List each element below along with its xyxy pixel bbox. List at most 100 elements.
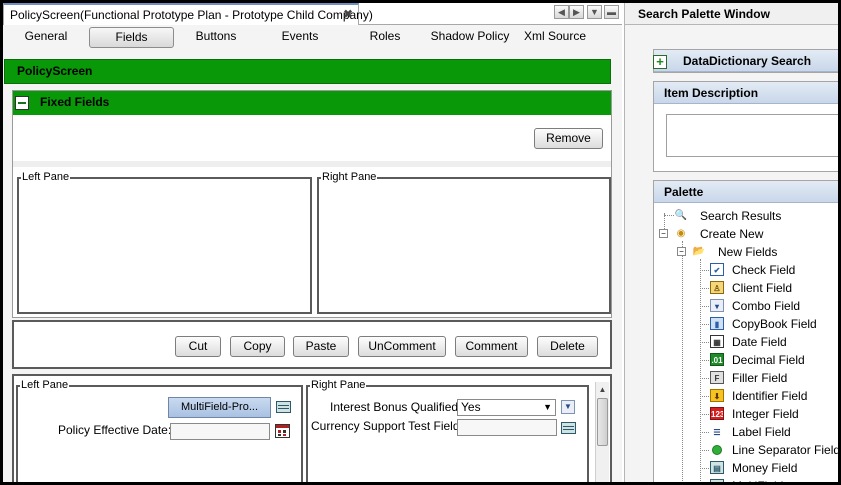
money-grid-icon[interactable]: [561, 422, 576, 434]
document-tab-bar: PolicyScreen(Functional Prototype Plan -…: [3, 3, 622, 25]
tree-line: [700, 342, 709, 343]
client-field-icon: ♙: [710, 281, 724, 294]
folder-open-icon: 📂: [692, 246, 706, 257]
tab-roles[interactable]: Roles: [348, 27, 422, 48]
field-type-label: Filler Field: [732, 371, 788, 385]
scroll-right-icon[interactable]: ▶: [569, 5, 584, 19]
item-description-box[interactable]: [666, 114, 838, 157]
field-type-label: Decimal Field: [732, 353, 805, 367]
palette-section: Palette 🔍 Search Results − ◉ Create New …: [653, 180, 838, 482]
field-type-label: Line Separator Field: [732, 443, 838, 457]
copy-button[interactable]: Copy: [230, 336, 285, 357]
fixed-fields-title: Fixed Fields: [40, 95, 110, 109]
currency-support-input[interactable]: [457, 419, 557, 436]
tab-events[interactable]: Events: [263, 27, 337, 48]
section-divider: [13, 161, 611, 167]
bottom-left-pane[interactable]: Left Pane MultiField-Pro... Policy Effec…: [16, 379, 303, 482]
scroll-left-icon[interactable]: ◀: [554, 5, 569, 19]
policy-effective-date-input[interactable]: [170, 423, 270, 440]
bottom-right-pane-legend: Right Pane: [310, 379, 367, 391]
create-new-label: Create New: [700, 227, 764, 241]
minimize-icon[interactable]: ▬: [604, 5, 619, 19]
tree-line: [682, 241, 683, 481]
policy-screen-editor: PolicyScreen(Functional Prototype Plan -…: [3, 3, 622, 482]
fixed-fields-section: Fixed Fields Remove Left Pane Right Pane: [12, 90, 612, 318]
uncomment-button[interactable]: UnComment: [358, 336, 446, 357]
vertical-scrollbar[interactable]: ▲: [595, 382, 609, 482]
policy-screen-title: PolicyScreen: [17, 64, 93, 78]
tree-line: [700, 306, 709, 307]
date-field-icon: ▦: [710, 335, 724, 348]
filler-field-icon: F: [710, 371, 724, 384]
multifield-icon: ▤: [710, 479, 724, 482]
field-type-label: Integer Field: [732, 407, 799, 421]
tab-buttons[interactable]: Buttons: [179, 27, 253, 48]
tree-line: [700, 432, 709, 433]
field-type-label: Identifier Field: [732, 389, 808, 403]
magnifier-icon: 🔍: [674, 210, 688, 221]
tab-fields[interactable]: Fields: [89, 27, 174, 48]
bottom-right-pane[interactable]: Right Pane Interest Bonus Qualified: Yes…: [306, 379, 589, 482]
delete-button[interactable]: Delete: [537, 336, 598, 357]
new-fields-label: New Fields: [718, 245, 778, 259]
copybook-field-icon: ▮: [710, 317, 724, 330]
application-window: PolicyScreen(Functional Prototype Plan -…: [3, 3, 838, 482]
palette-header: Palette: [654, 181, 838, 203]
expand-icon[interactable]: +: [653, 55, 667, 69]
tree-line: [700, 270, 709, 271]
currency-support-label: Currency Support Test Field:: [311, 419, 463, 433]
check-field-icon: ✔: [710, 263, 724, 276]
remove-button[interactable]: Remove: [534, 128, 603, 149]
multifield-grid-icon[interactable]: [276, 401, 291, 413]
tab-shadow-policy[interactable]: Shadow Policy: [428, 27, 512, 48]
combo-lookup-icon[interactable]: ▼: [561, 400, 575, 414]
left-pane-legend: Left Pane: [21, 171, 71, 183]
document-tab[interactable]: PolicyScreen(Functional Prototype Plan -…: [3, 3, 373, 25]
tree-collapse-icon[interactable]: −: [659, 229, 668, 238]
money-field-icon: ▤: [710, 461, 724, 474]
identifier-field-icon: ⬇: [710, 389, 724, 402]
tree-line: [700, 378, 709, 379]
comment-button[interactable]: Comment: [455, 336, 528, 357]
datadictionary-search-section[interactable]: DataDictionary Search +: [653, 49, 838, 73]
policy-screen-header[interactable]: PolicyScreen: [4, 59, 611, 84]
left-pane-group[interactable]: Left Pane: [17, 171, 312, 314]
combo-field-icon: ▾: [710, 299, 724, 312]
right-pane-group[interactable]: Right Pane: [317, 171, 611, 314]
paste-button[interactable]: Paste: [293, 336, 349, 357]
datadictionary-search-title: DataDictionary Search: [683, 54, 812, 68]
field-type-label: Combo Field: [732, 299, 801, 313]
tree-line: [700, 324, 709, 325]
tab-xml-source[interactable]: Xml Source: [518, 27, 592, 48]
field-type-label: Check Field: [732, 263, 796, 277]
tree-collapse-icon[interactable]: −: [677, 247, 686, 256]
item-description-header: Item Description: [654, 82, 838, 104]
calendar-icon[interactable]: [275, 424, 290, 438]
collapse-icon[interactable]: [15, 96, 29, 110]
field-type-label: Money Field: [732, 461, 798, 475]
tree-line: [700, 468, 709, 469]
fixed-fields-header[interactable]: Fixed Fields: [13, 91, 611, 115]
tree-line: [700, 414, 709, 415]
action-buttons-panel: Cut Copy Paste UnComment Comment Delete: [12, 320, 612, 369]
right-pane-legend: Right Pane: [321, 171, 378, 183]
scroll-up-icon[interactable]: ▲: [597, 384, 608, 395]
field-type-label: Date Field: [732, 335, 787, 349]
palette-title: Palette: [664, 185, 704, 199]
tree-line: [700, 259, 701, 481]
close-icon[interactable]: ✖: [343, 7, 353, 21]
scrollbar-thumb[interactable]: [597, 398, 608, 446]
datadictionary-search-header[interactable]: DataDictionary Search: [654, 50, 838, 72]
bottom-left-pane-legend: Left Pane: [20, 379, 70, 391]
palette-window-title: Search Palette Window: [625, 3, 838, 25]
multifield-button[interactable]: MultiField-Pro...: [168, 397, 271, 418]
tab-general[interactable]: General: [9, 27, 83, 48]
field-layout-panel: Left Pane MultiField-Pro... Policy Effec…: [12, 374, 612, 482]
interest-bonus-select[interactable]: Yes ▼: [457, 399, 556, 416]
decimal-field-icon: .01: [710, 353, 724, 366]
field-type-label: CopyBook Field: [732, 317, 817, 331]
tab-list-icon[interactable]: ▼: [587, 5, 602, 19]
document-tab-title: PolicyScreen(Functional Prototype Plan -…: [10, 8, 373, 22]
tree-line: [700, 450, 709, 451]
cut-button[interactable]: Cut: [175, 336, 221, 357]
